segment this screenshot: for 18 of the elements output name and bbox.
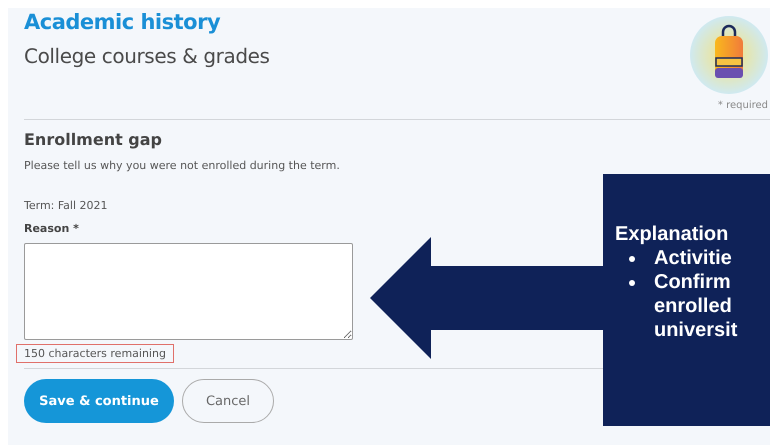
term-text: Term: Fall 2021 bbox=[24, 199, 109, 212]
section-heading: Enrollment gap bbox=[24, 130, 164, 149]
required-note: * required bbox=[718, 100, 768, 111]
save-button[interactable]: Save & continue bbox=[24, 379, 174, 423]
cancel-button[interactable]: Cancel bbox=[182, 379, 274, 423]
bullet-icon bbox=[629, 256, 635, 262]
bullet-icon bbox=[629, 280, 635, 286]
callout-text: enrolled bbox=[654, 294, 733, 318]
instructions-text: Please tell us why you were not enrolled during the term. bbox=[24, 159, 341, 172]
callout-title: Explanation bbox=[615, 222, 730, 246]
callout-text: universit bbox=[654, 318, 738, 342]
reason-field[interactable] bbox=[24, 243, 353, 340]
page-title: College courses & grades bbox=[24, 44, 270, 68]
callout-text: Activitie bbox=[654, 246, 732, 270]
character-counter: 150 characters remaining bbox=[16, 344, 174, 363]
backpack-icon bbox=[690, 16, 768, 94]
callout-text: Confirm bbox=[654, 270, 732, 294]
section-title: Academic history bbox=[24, 10, 222, 34]
